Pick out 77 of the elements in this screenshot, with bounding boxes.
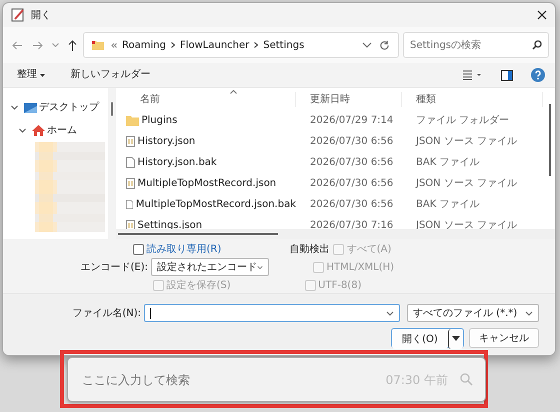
chevron-right-icon[interactable] (254, 42, 258, 48)
window-title: 開く (31, 8, 51, 22)
checkbox[interactable] (133, 244, 144, 256)
encoding-label: エンコード(E): (80, 260, 149, 275)
date-cell-text: 2026/07/30 6:56 (309, 135, 394, 149)
file-name[interactable]: History.json (138, 134, 196, 149)
help-icon[interactable] (531, 68, 545, 82)
chevron-down-icon[interactable] (362, 42, 372, 48)
chevron-right-icon[interactable] (170, 42, 175, 48)
read-only-checkbox[interactable]: 読み取り専用(R) (133, 242, 222, 258)
json-file-icon (126, 178, 135, 189)
type-cell-text: JSON ソース ファイル (414, 177, 518, 191)
type-cell-text: ファイル フォルダー (415, 114, 510, 128)
breadcrumb[interactable]: FlowLauncher (180, 38, 250, 52)
overflow-chevrons-icon[interactable] (111, 42, 117, 48)
chevron-down-icon (257, 264, 263, 270)
date-cell-text: 2026/07/29 7:14 (309, 114, 394, 128)
search-icon (460, 373, 473, 386)
type-cell-text: JSON ソース ファイル (414, 135, 518, 149)
address-bar[interactable]: Roaming FlowLauncher Settings (83, 32, 399, 58)
expand-chevron-icon[interactable] (11, 104, 18, 111)
monitor-icon (24, 102, 36, 112)
caret-icon (40, 74, 44, 76)
date-cell-text: 2026/07/30 6:56 (309, 198, 394, 212)
chevron-down-icon[interactable] (52, 43, 58, 47)
date-cell-text: 2026/07/30 7:16 (309, 219, 394, 233)
open-options-button[interactable] (448, 329, 463, 349)
preview-pane-icon[interactable] (501, 70, 513, 80)
new-folder-button[interactable]: 新しいフォルダー (66, 70, 154, 80)
type-cell-text: BAK ファイル (415, 156, 480, 170)
file-name[interactable]: History.json.bak (138, 155, 217, 170)
nav-item[interactable]: ホーム (3, 119, 108, 142)
expand-chevron-icon[interactable] (19, 127, 26, 134)
file-name-label: ファイル名(N): (71, 306, 141, 320)
auto-detect-label: 自動検出 (289, 242, 330, 258)
up-arrow-icon[interactable] (68, 40, 76, 50)
file-name[interactable]: Settings.json (138, 218, 202, 233)
notepad-icon (11, 8, 25, 22)
file-name[interactable]: Plugins (142, 113, 178, 128)
scrollbar-thumb[interactable] (549, 104, 551, 176)
chevron-down-icon (525, 310, 533, 316)
column-header[interactable]: 更新日時 (296, 92, 402, 106)
close-icon[interactable] (537, 10, 547, 20)
back-icon[interactable] (12, 40, 22, 50)
type-cell-text: BAK ファイル (415, 198, 480, 212)
scrollbar-thumb[interactable] (111, 102, 113, 116)
breadcrumb[interactable]: Settings (263, 38, 304, 52)
file-name[interactable]: MultipleTopMostRecord.json.bak (136, 197, 296, 212)
chevron-down-icon[interactable] (386, 310, 394, 316)
date-cell-text: 2026/07/30 6:56 (309, 177, 394, 191)
house-icon (32, 125, 44, 136)
column-header[interactable]: 種類 (402, 92, 543, 106)
refresh-icon[interactable] (379, 40, 390, 50)
view-menu-icon[interactable] (463, 70, 483, 80)
breadcrumb[interactable]: Roaming (122, 38, 166, 52)
date-cell-text: 2026/07/30 6:56 (309, 156, 394, 170)
encoding-dropdown[interactable]: 設定されたエンコード (151, 258, 269, 276)
nav-item[interactable]: デスクトップ (3, 96, 108, 119)
file-name[interactable]: MultipleTopMostRecord.json (138, 176, 276, 191)
json-file-icon (126, 136, 135, 147)
cancel-button[interactable]: キャンセル (469, 328, 539, 348)
json-file-icon (126, 220, 135, 231)
file-icon (126, 157, 135, 168)
scrollbar-thumb[interactable] (118, 233, 278, 235)
file-type-dropdown[interactable]: すべてのファイル (*.*) (407, 304, 539, 322)
launcher-search-field[interactable]: ここに入力して検索 (80, 370, 386, 390)
type-cell-text: JSON ソース ファイル (415, 219, 518, 233)
caret-icon (452, 336, 460, 342)
file-name-field[interactable] (144, 304, 400, 322)
column-header[interactable]: 名前 (126, 92, 296, 106)
organize-menu[interactable]: 整理 (13, 70, 48, 80)
file-icon (126, 199, 134, 210)
forward-icon[interactable] (32, 40, 42, 50)
folder-icon (92, 40, 104, 50)
folder-icon (126, 116, 139, 126)
search-field[interactable]: Settingsの検索 (403, 32, 549, 58)
search-icon (532, 40, 542, 50)
